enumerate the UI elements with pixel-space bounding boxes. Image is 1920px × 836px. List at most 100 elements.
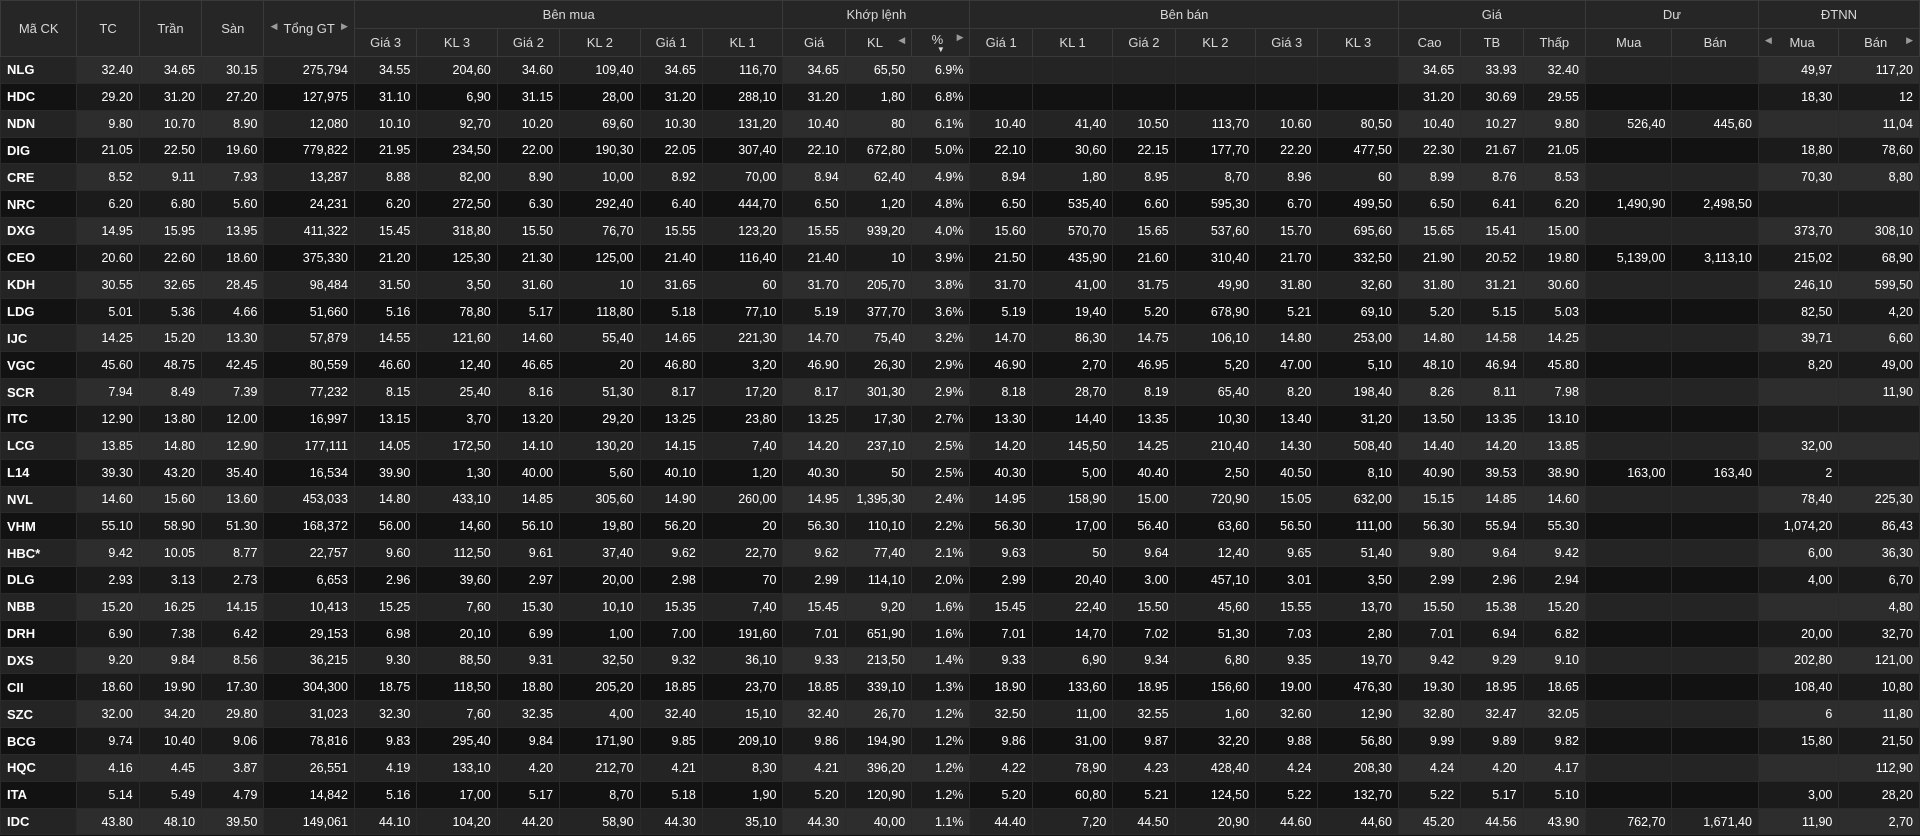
cell-symbol[interactable]: DXS (0, 646, 78, 675)
header-match-price[interactable]: Giá (782, 28, 846, 57)
table-row[interactable]: ITC 12.90 13.80 12.00 16,997 13.15 3,70 13.20 29… (0, 404, 1920, 433)
cell-symbol[interactable]: IDC (0, 807, 78, 836)
arrow-right-icon[interactable]: ▶ (341, 21, 348, 32)
cell-symbol[interactable]: DRH (0, 619, 78, 648)
cell-symbol[interactable]: LCG (0, 431, 78, 460)
table-row[interactable]: BCG 9.74 10.40 9.06 78,816 9.83 295,40 9.84 171,… (0, 727, 1920, 755)
header-low[interactable]: Thấp (1522, 28, 1586, 57)
cell-symbol[interactable]: DLG (0, 566, 78, 594)
cell-symbol[interactable]: NRC (0, 190, 78, 219)
header-avg[interactable]: TB (1460, 28, 1524, 57)
header-ask-price2[interactable]: Giá 2 (1112, 28, 1176, 57)
table-row[interactable]: LDG 5.01 5.36 4.66 51,660 5.16 78,80 5.17 118,80… (0, 297, 1920, 326)
table-row[interactable]: HBC* 9.42 10.05 8.77 22,757 9.60 112,50 9.61 37,… (0, 539, 1920, 568)
cell-bid-price3: 14.80 (353, 485, 418, 514)
table-row[interactable]: IJC 14.25 15.20 13.30 57,879 14.55 121,60 14.60… (0, 324, 1920, 353)
header-foreign-sell[interactable]: Bán ▶ (1838, 28, 1920, 57)
cell-symbol[interactable]: CEO (0, 243, 78, 272)
table-row[interactable]: NBB 15.20 16.25 14.15 10,413 15.25 7,60 15.30 10… (0, 592, 1920, 621)
header-total[interactable]: ◀ Tổng GT ▶ (263, 0, 355, 57)
cell-symbol[interactable]: SZC (0, 700, 78, 729)
cell-symbol[interactable]: CII (0, 673, 78, 702)
header-ask-price1[interactable]: Giá 1 (969, 28, 1033, 57)
table-row[interactable]: LCG 13.85 14.80 12.90 177,111 14.05 172,50 14.1… (0, 431, 1920, 460)
header-high[interactable]: Cao (1397, 28, 1462, 57)
table-row[interactable]: SZC 32.00 34.20 29.80 31,023 32.30 7,60 32.35 4,… (0, 700, 1920, 729)
arrow-left-icon[interactable]: ◀ (270, 21, 277, 32)
cell-total: 375,330 (263, 243, 355, 272)
header-match-pct[interactable]: % ▶ ▼ (911, 28, 971, 57)
cell-symbol[interactable]: VGC (0, 351, 78, 380)
cell-symbol[interactable]: HBC* (0, 539, 78, 568)
table-row[interactable]: DLG 2.93 3.13 2.73 6,653 2.96 39,60 2.97 20,00 2.… (0, 566, 1920, 594)
table-row[interactable]: DXG 14.95 15.95 13.95 411,322 15.45 318,80 15.5… (0, 217, 1920, 245)
cell-symbol[interactable]: ITA (0, 780, 78, 809)
cell-symbol[interactable]: DIG (0, 136, 78, 165)
cell-symbol[interactable]: KDH (0, 270, 78, 299)
arrow-left-icon[interactable]: ◀ (1765, 35, 1772, 46)
cell-bid-vol2: 4,00 (559, 700, 641, 729)
table-row[interactable]: NRC 6.20 6.80 5.60 24,231 6.20 272,50 6.30 292,4… (0, 190, 1920, 219)
header-floor[interactable]: Sàn (201, 0, 265, 57)
table-row[interactable]: DXS 9.20 9.84 8.56 36,215 9.30 88,50 9.31 32,50 9… (0, 646, 1920, 675)
table-row[interactable]: NVL 14.60 15.60 13.60 453,033 14.80 433,10 14.8… (0, 485, 1920, 514)
header-bid-price2[interactable]: Giá 2 (496, 28, 561, 57)
header-bid-vol2[interactable]: KL 2 (559, 28, 641, 57)
table-row[interactable]: NDN 9.80 10.70 8.90 12,080 10.10 92,70 10.20 69,… (0, 109, 1920, 138)
cell-ask-vol2: 720,90 (1174, 485, 1257, 514)
table-row[interactable]: CEO 20.60 22.60 18.60 375,330 21.20 125,30 21.3… (0, 243, 1920, 272)
table-row[interactable]: ITA 5.14 5.49 4.79 14,842 5.16 17,00 5.17 8,70 5.… (0, 780, 1920, 809)
cell-ask-price1: 10.40 (969, 109, 1033, 138)
table-row[interactable]: HDC 29.20 31.20 27.20 127,975 31.10 6,90 31.15 2… (0, 82, 1920, 111)
header-symbol[interactable]: Mã CK (0, 0, 78, 57)
header-ask-price3[interactable]: Giá 3 (1255, 28, 1319, 57)
table-row[interactable]: HQC 4.16 4.45 3.87 26,551 4.19 133,10 4.20 212,7… (0, 753, 1920, 782)
cell-symbol[interactable]: NBB (0, 592, 78, 621)
cell-bid-vol3: 25,40 (416, 378, 498, 406)
arrow-right-icon[interactable]: ▶ (1906, 35, 1913, 46)
table-row[interactable]: CII 18.60 19.90 17.30 304,300 18.75 118,50 18.8… (0, 673, 1920, 702)
cell-symbol[interactable]: DXG (0, 217, 78, 245)
table-row[interactable]: SCR 7.94 8.49 7.39 77,232 8.15 25,40 8.16 51,30 8… (0, 378, 1920, 406)
table-row[interactable]: VGC 45.60 48.75 42.45 80,559 46.60 12,40 46.65 2… (0, 351, 1920, 380)
table-row[interactable]: KDH 30.55 32.65 28.45 98,484 31.50 3,50 31.60 10… (0, 270, 1920, 299)
cell-total: 22,757 (263, 539, 355, 568)
header-match-vol[interactable]: KL ◀ (844, 28, 913, 57)
cell-symbol[interactable]: SCR (0, 378, 78, 406)
table-row[interactable]: CRE 8.52 9.11 7.93 13,287 8.88 82,00 8.90 10,00 8… (0, 163, 1920, 192)
header-foreign-buy[interactable]: ◀ Mua (1757, 28, 1840, 57)
arrow-left-icon[interactable]: ◀ (898, 35, 905, 46)
table-row[interactable]: DRH 6.90 7.38 6.42 29,153 6.98 20,10 6.99 1,00 7.… (0, 619, 1920, 648)
cell-symbol[interactable]: NDN (0, 109, 78, 138)
cell-symbol[interactable]: NVL (0, 485, 78, 514)
cell-symbol[interactable]: NLG (0, 56, 78, 84)
header-bid-vol1[interactable]: KL 1 (701, 28, 784, 57)
cell-symbol[interactable]: IJC (0, 324, 78, 353)
cell-symbol[interactable]: CRE (0, 163, 78, 192)
cell-symbol[interactable]: LDG (0, 297, 78, 326)
table-row[interactable]: IDC 43.80 48.10 39.50 149,061 44.10 104,20 44.2… (0, 807, 1920, 836)
header-rest-sell[interactable]: Bán (1671, 28, 1759, 57)
table-row[interactable]: DIG 21.05 22.50 19.60 779,822 21.95 234,50 22.0… (0, 136, 1920, 165)
cell-symbol[interactable]: ITC (0, 404, 78, 433)
cell-symbol[interactable]: BCG (0, 727, 78, 755)
header-ref[interactable]: TC (76, 0, 140, 57)
header-bid-price3[interactable]: Giá 3 (353, 28, 418, 57)
header-ceil[interactable]: Trần (138, 0, 203, 57)
table-row[interactable]: VHM 55.10 58.90 51.30 168,372 56.00 14,60 56.10… (0, 512, 1920, 541)
cell-low: 6.82 (1522, 619, 1586, 648)
header-bid-price1[interactable]: Giá 1 (639, 28, 703, 57)
cell-symbol[interactable]: HQC (0, 753, 78, 782)
table-row[interactable]: L14 39.30 43.20 35.40 16,534 39.90 1,30 40.00 5,… (0, 458, 1920, 487)
arrow-right-icon[interactable]: ▶ (957, 32, 964, 43)
header-ask-vol3[interactable]: KL 3 (1317, 28, 1399, 57)
table-row[interactable]: NLG 32.40 34.65 30.15 275,794 34.55 204,60 34.6… (0, 56, 1920, 84)
cell-symbol[interactable]: HDC (0, 82, 78, 111)
header-ask-vol1[interactable]: KL 1 (1031, 28, 1114, 57)
header-bid-vol3[interactable]: KL 3 (416, 28, 498, 57)
header-ask-vol2[interactable]: KL 2 (1174, 28, 1257, 57)
cell-symbol[interactable]: L14 (0, 458, 78, 487)
cell-symbol[interactable]: VHM (0, 512, 78, 541)
cell-avg: 33.93 (1460, 56, 1524, 84)
header-rest-buy[interactable]: Mua (1584, 28, 1673, 57)
